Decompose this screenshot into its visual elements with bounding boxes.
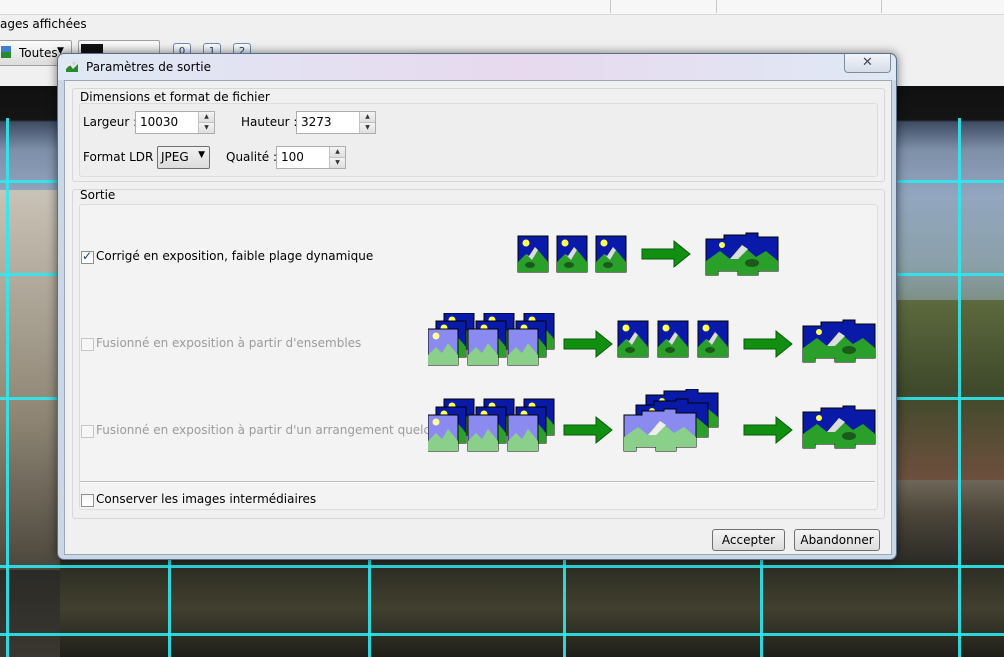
preview-grid-line	[0, 633, 1004, 636]
exposure-corrected-label[interactable]: Corrigé en exposition, faible plage dyna…	[96, 249, 373, 263]
fused-from-stacks-checkbox[interactable]	[81, 338, 94, 351]
app-menubar	[0, 0, 1004, 15]
panorama-left-wall	[0, 190, 60, 570]
width-label: Largeur :	[83, 115, 138, 129]
preview-grid-line	[958, 118, 961, 657]
height-up-arrow-icon[interactable]: ▲	[360, 112, 375, 123]
quality-label: Qualité :	[226, 150, 278, 164]
quality-spinbox[interactable]: 100 ▲ ▼	[276, 146, 346, 169]
ldr-format-label: Format LDR :	[83, 150, 162, 164]
cancel-button[interactable]: Abandonner	[794, 529, 880, 551]
quality-value: 100	[281, 150, 304, 164]
fused-from-stacks-diagram-icon	[428, 313, 876, 366]
fused-from-stacks-label[interactable]: Fusionné en exposition à partir d'ensemb…	[96, 336, 361, 350]
ldr-format-value: JPEG	[161, 150, 189, 164]
width-down-arrow-icon[interactable]: ▼	[199, 123, 214, 133]
width-spinbox[interactable]: 10030 ▲ ▼	[135, 111, 215, 134]
quality-up-arrow-icon[interactable]: ▲	[330, 147, 345, 158]
fused-any-arrangement-diagram-icon	[428, 389, 876, 452]
hugin-app-icon	[66, 62, 78, 72]
ldr-format-dropdown[interactable]: JPEG ▼	[157, 146, 210, 169]
dialog-body: Dimensions et format de fichier Largeur …	[64, 80, 892, 555]
height-label: Hauteur :	[241, 115, 298, 129]
panorama-water	[60, 560, 1004, 657]
fused-any-arrangement-checkbox[interactable]	[81, 425, 94, 438]
keep-intermediate-label[interactable]: Conserver les images intermédiaires	[96, 492, 316, 506]
fused-any-arrangement-label[interactable]: Fusionné en exposition à partir d'un arr…	[96, 423, 468, 437]
preview-grid-line	[6, 118, 9, 657]
exposure-corrected-diagram-icon	[517, 232, 779, 276]
exposure-corrected-checkbox[interactable]	[81, 249, 94, 264]
height-down-arrow-icon[interactable]: ▼	[360, 123, 375, 133]
chevron-down-icon: ▼	[198, 150, 205, 160]
close-button[interactable]: ✕	[844, 54, 891, 73]
height-value: 3273	[301, 115, 332, 129]
dimensions-group: Dimensions et format de fichier Largeur …	[72, 88, 885, 182]
displayed-images-label: ages affichées	[0, 17, 87, 31]
dialog-titlebar[interactable]: Paramètres de sortie ✕	[58, 54, 896, 80]
output-group-title: Sortie	[80, 188, 116, 202]
dialog-title: Paramètres de sortie	[86, 60, 211, 74]
separator	[80, 481, 875, 483]
quality-down-arrow-icon[interactable]: ▼	[330, 158, 345, 168]
width-up-arrow-icon[interactable]: ▲	[199, 112, 214, 123]
height-spinbox[interactable]: 3273 ▲ ▼	[296, 111, 376, 134]
output-settings-dialog: Paramètres de sortie ✕ Dimensions et for…	[57, 53, 897, 560]
keep-intermediate-checkbox[interactable]	[81, 494, 94, 507]
preview-grid-line	[0, 565, 1004, 568]
accept-button[interactable]: Accepter	[712, 529, 785, 551]
panorama-right-trees	[896, 300, 1004, 480]
width-value: 10030	[140, 115, 179, 129]
dimensions-group-title: Dimensions et format de fichier	[80, 90, 270, 104]
